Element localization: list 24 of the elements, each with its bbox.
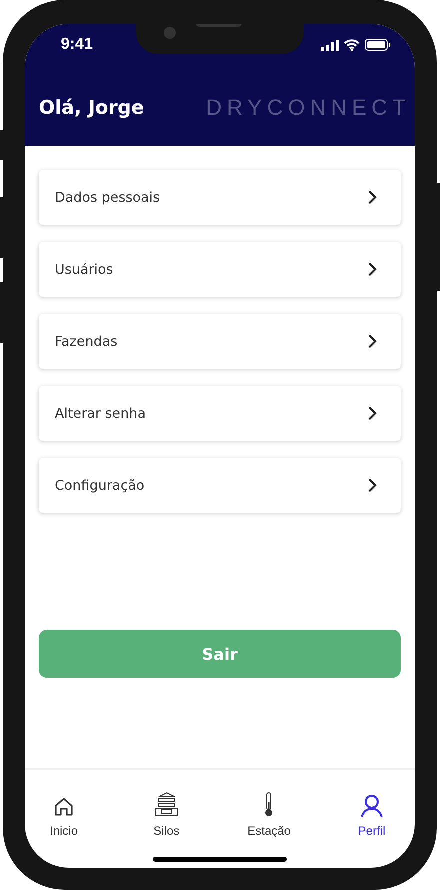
chevron-icon bbox=[368, 406, 377, 421]
tab-item[interactable]: Estação bbox=[234, 786, 304, 838]
menu-item[interactable]: Dados pessoais bbox=[39, 170, 401, 225]
tab-item[interactable]: Silos bbox=[132, 786, 202, 838]
chevron-icon bbox=[368, 262, 377, 277]
signal-icon bbox=[321, 40, 339, 50]
wifi-icon bbox=[344, 39, 360, 51]
brand-logo: DRYCONNECT bbox=[206, 95, 411, 121]
home-icon bbox=[53, 796, 75, 818]
person-icon bbox=[360, 794, 384, 818]
menu-item[interactable]: Fazendas bbox=[39, 314, 401, 369]
tab-item[interactable]: Inicio bbox=[29, 786, 99, 838]
status-time: 9:41 bbox=[61, 36, 94, 54]
menu-item[interactable]: Alterar senha bbox=[39, 386, 401, 441]
silo-icon bbox=[154, 792, 180, 818]
chevron-icon bbox=[368, 190, 377, 205]
chevron-icon bbox=[368, 478, 377, 493]
chevron-icon bbox=[368, 334, 377, 349]
tab-item[interactable]: Perfil bbox=[336, 786, 407, 838]
greeting-title: Olá, Jorge bbox=[39, 97, 144, 119]
menu-item[interactable]: Configuração bbox=[39, 458, 401, 513]
menu-item[interactable]: Usuários bbox=[39, 242, 401, 297]
battery-icon bbox=[365, 39, 391, 51]
thermometer-icon bbox=[263, 792, 276, 818]
